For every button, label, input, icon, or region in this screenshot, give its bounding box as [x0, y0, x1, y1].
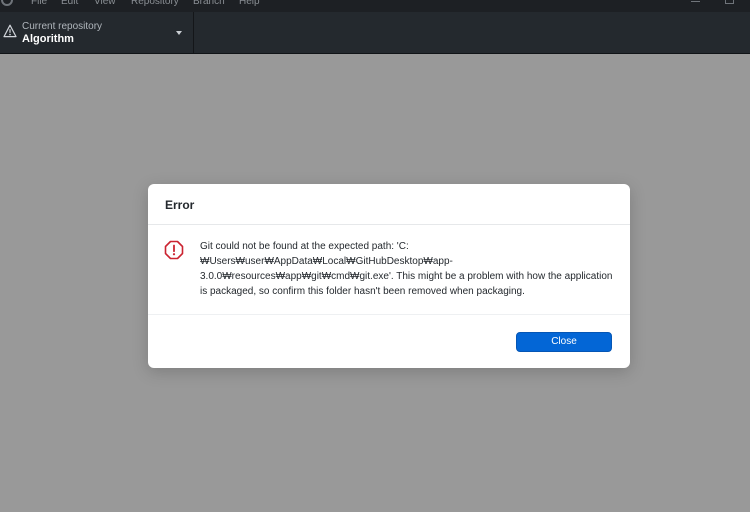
menu-file[interactable]: File: [31, 0, 47, 8]
dialog-footer: Close: [148, 314, 630, 369]
repository-caption: Current repository: [22, 21, 103, 32]
menu-branch[interactable]: Branch: [193, 0, 225, 8]
github-logo-icon: [1, 0, 13, 6]
current-repository-selector[interactable]: Current repository Algorithm: [0, 12, 194, 53]
toolbar: Current repository Algorithm: [0, 12, 750, 54]
close-button[interactable]: Close: [516, 332, 612, 352]
menu-view[interactable]: View: [94, 0, 116, 8]
menu-help[interactable]: Help: [239, 0, 260, 8]
warning-icon: [3, 24, 17, 38]
menu-edit[interactable]: Edit: [61, 0, 78, 8]
maximize-icon[interactable]: [725, 0, 734, 4]
dialog-title: Error: [165, 198, 195, 212]
dialog-message: Git could not be found at the expected p…: [200, 241, 613, 297]
error-octagon-icon: [164, 240, 184, 260]
repository-name: Algorithm: [22, 33, 74, 45]
dialog-header: Error: [148, 184, 630, 225]
menu-repository[interactable]: Repository: [131, 0, 179, 8]
error-dialog: Error Git could not be found at the expe…: [148, 184, 630, 368]
minimize-icon[interactable]: [691, 0, 700, 2]
chevron-down-icon: [176, 31, 182, 35]
title-bar: File Edit View Repository Branch Help: [0, 0, 750, 12]
